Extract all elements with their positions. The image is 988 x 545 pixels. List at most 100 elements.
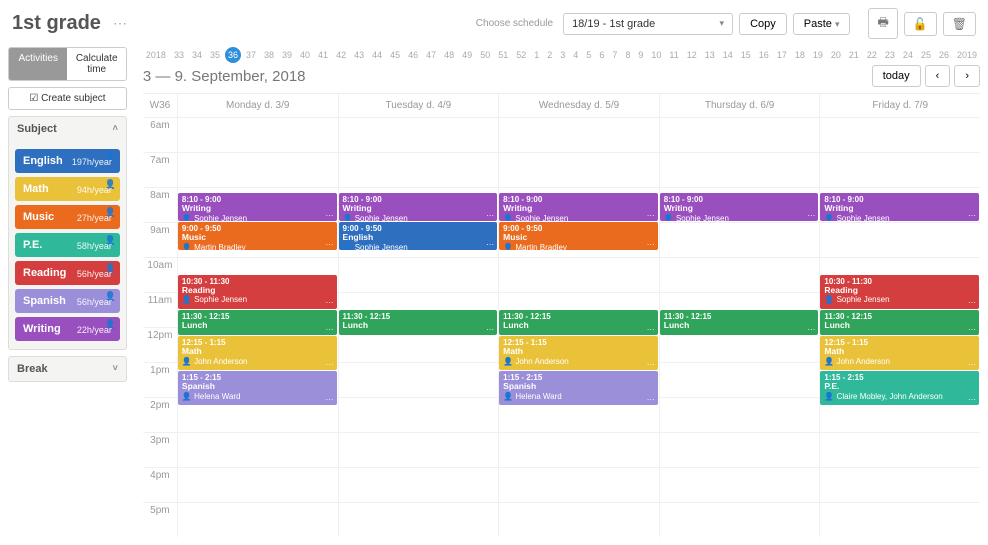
weekstrip-week[interactable]: 40 [297,48,313,62]
event-writing[interactable]: 8:10 - 9:00Writing👤 Sophie Jensen⋯ [820,193,979,221]
event-more-icon[interactable]: ⋯ [647,240,655,249]
weekstrip-week[interactable]: 41 [315,48,331,62]
event-more-icon[interactable]: ⋯ [326,395,334,404]
create-subject-button[interactable]: ☑ Create subject [8,87,127,110]
schedule-select[interactable]: 18/19 - 1st grade ▾ [563,13,733,35]
weekstrip-week[interactable]: 42 [333,48,349,62]
weekstrip-week[interactable]: 8 [622,48,633,62]
event-english[interactable]: 9:00 - 9:50English👤 Sophie Jensen⋯ [339,222,498,250]
weekstrip-week[interactable]: 25 [918,48,934,62]
print-icon[interactable]: 🖶 [868,8,897,39]
event-music[interactable]: 9:00 - 9:50Music👤 Martin Bradley⋯ [178,222,337,250]
event-lunch[interactable]: 11:30 - 12:15Lunch⋯ [178,310,337,335]
event-more-icon[interactable]: ⋯ [968,395,976,404]
break-panel-header[interactable]: Break ˅ [9,357,126,381]
event-more-icon[interactable]: ⋯ [647,360,655,369]
event-lunch[interactable]: 11:30 - 12:15Lunch⋯ [339,310,498,335]
event-more-icon[interactable]: ⋯ [326,360,334,369]
event-reading[interactable]: 10:30 - 11:30Reading👤 Sophie Jensen⋯ [820,275,979,309]
subject-card-spanish[interactable]: 👤Spanish56h/year [15,289,120,313]
weekstrip-week[interactable]: 46 [405,48,421,62]
weekstrip-week[interactable]: 5 [583,48,594,62]
weekstrip-week[interactable]: 16 [756,48,772,62]
event-math[interactable]: 12:15 - 1:15Math👤 John Anderson⋯ [820,336,979,370]
weekstrip-week[interactable]: 22 [864,48,880,62]
event-more-icon[interactable]: ⋯ [968,325,976,334]
event-more-icon[interactable]: ⋯ [647,395,655,404]
subject-card-music[interactable]: 👤Music27h/year [15,205,120,229]
prev-week-button[interactable]: ‹ [925,65,951,87]
weekstrip-week[interactable]: 21 [846,48,862,62]
weekstrip-week[interactable]: 33 [171,48,187,62]
event-more-icon[interactable]: ⋯ [968,211,976,220]
trash-icon[interactable]: 🗑 [943,12,976,36]
weekstrip-week[interactable]: 7 [609,48,620,62]
event-more-icon[interactable]: ⋯ [968,360,976,369]
unlock-icon[interactable]: 🔓 [904,12,937,36]
event-more-icon[interactable]: ⋯ [647,211,655,220]
weekstrip-week[interactable]: 1 [531,48,542,62]
event-lunch[interactable]: 11:30 - 12:15Lunch⋯ [820,310,979,335]
tab-activities[interactable]: Activities [9,48,67,80]
weekstrip-week[interactable]: 45 [387,48,403,62]
weekstrip-week[interactable]: 3 [557,48,568,62]
event-p-e-[interactable]: 1:15 - 2:15P.E.👤 Claire Mobley, John And… [820,371,979,405]
event-spanish[interactable]: 1:15 - 2:15Spanish👤 Helena Ward⋯ [499,371,658,405]
weekstrip-week[interactable]: 12 [684,48,700,62]
subject-card-p-e-[interactable]: 👤P.E.58h/year [15,233,120,257]
subject-card-math[interactable]: 👤Math94h/year [15,177,120,201]
event-more-icon[interactable]: ⋯ [486,325,494,334]
event-spanish[interactable]: 1:15 - 2:15Spanish👤 Helena Ward⋯ [178,371,337,405]
weekstrip-week[interactable]: 17 [774,48,790,62]
event-more-icon[interactable]: ⋯ [326,211,334,220]
weekstrip-week[interactable]: 14 [720,48,736,62]
event-more-icon[interactable]: ⋯ [968,298,976,307]
weekstrip-week[interactable]: 38 [261,48,277,62]
subject-card-reading[interactable]: 👤Reading56h/year [15,261,120,285]
weekstrip-week[interactable]: 11 [666,48,681,62]
weekstrip-week[interactable]: 49 [459,48,475,62]
weekstrip-week[interactable]: 37 [243,48,259,62]
event-math[interactable]: 12:15 - 1:15Math👤 John Anderson⋯ [499,336,658,370]
copy-button[interactable]: Copy [739,13,787,35]
next-week-button[interactable]: › [954,65,980,87]
weekstrip-week[interactable]: 15 [738,48,754,62]
weekstrip-week[interactable]: 26 [936,48,952,62]
subject-panel-header[interactable]: Subject ˄ [9,117,126,141]
weekstrip-week[interactable]: 10 [648,48,664,62]
weekstrip-week[interactable]: 36 [225,47,241,63]
weekstrip-week[interactable]: 13 [702,48,718,62]
event-writing[interactable]: 8:10 - 9:00Writing👤 Sophie Jensen⋯ [178,193,337,221]
event-more-icon[interactable]: ⋯ [807,325,815,334]
weekstrip-week[interactable]: 43 [351,48,367,62]
event-math[interactable]: 12:15 - 1:15Math👤 John Anderson⋯ [178,336,337,370]
weekstrip-week[interactable]: 6 [596,48,607,62]
weekstrip-week[interactable]: 34 [189,48,205,62]
event-writing[interactable]: 8:10 - 9:00Writing👤 Sophie Jensen⋯ [499,193,658,221]
event-more-icon[interactable]: ⋯ [326,325,334,334]
weekstrip-week[interactable]: 39 [279,48,295,62]
event-more-icon[interactable]: ⋯ [326,240,334,249]
weekstrip-week[interactable]: 51 [495,48,511,62]
event-more-icon[interactable]: ⋯ [647,325,655,334]
page-more-icon[interactable]: ⋯ [107,11,133,36]
weekstrip-week[interactable]: 9 [635,48,646,62]
event-more-icon[interactable]: ⋯ [486,211,494,220]
weekstrip-week[interactable]: 24 [900,48,916,62]
event-writing[interactable]: 8:10 - 9:00Writing👤 Sophie Jensen⋯ [339,193,498,221]
weekstrip-week[interactable]: 47 [423,48,439,62]
weekstrip-week[interactable]: 44 [369,48,385,62]
weekstrip-week[interactable]: 48 [441,48,457,62]
event-more-icon[interactable]: ⋯ [807,211,815,220]
subject-card-writing[interactable]: 👤Writing22h/year [15,317,120,341]
weekstrip-week[interactable]: 23 [882,48,898,62]
weekstrip-week[interactable]: 19 [810,48,826,62]
event-reading[interactable]: 10:30 - 11:30Reading👤 Sophie Jensen⋯ [178,275,337,309]
event-more-icon[interactable]: ⋯ [486,240,494,249]
weekstrip-week[interactable]: 18 [792,48,808,62]
event-music[interactable]: 9:00 - 9:50Music👤 Martin Bradley⋯ [499,222,658,250]
today-button[interactable]: today [872,65,921,87]
event-lunch[interactable]: 11:30 - 12:15Lunch⋯ [660,310,819,335]
paste-button[interactable]: Paste ▾ [793,13,851,35]
event-lunch[interactable]: 11:30 - 12:15Lunch⋯ [499,310,658,335]
